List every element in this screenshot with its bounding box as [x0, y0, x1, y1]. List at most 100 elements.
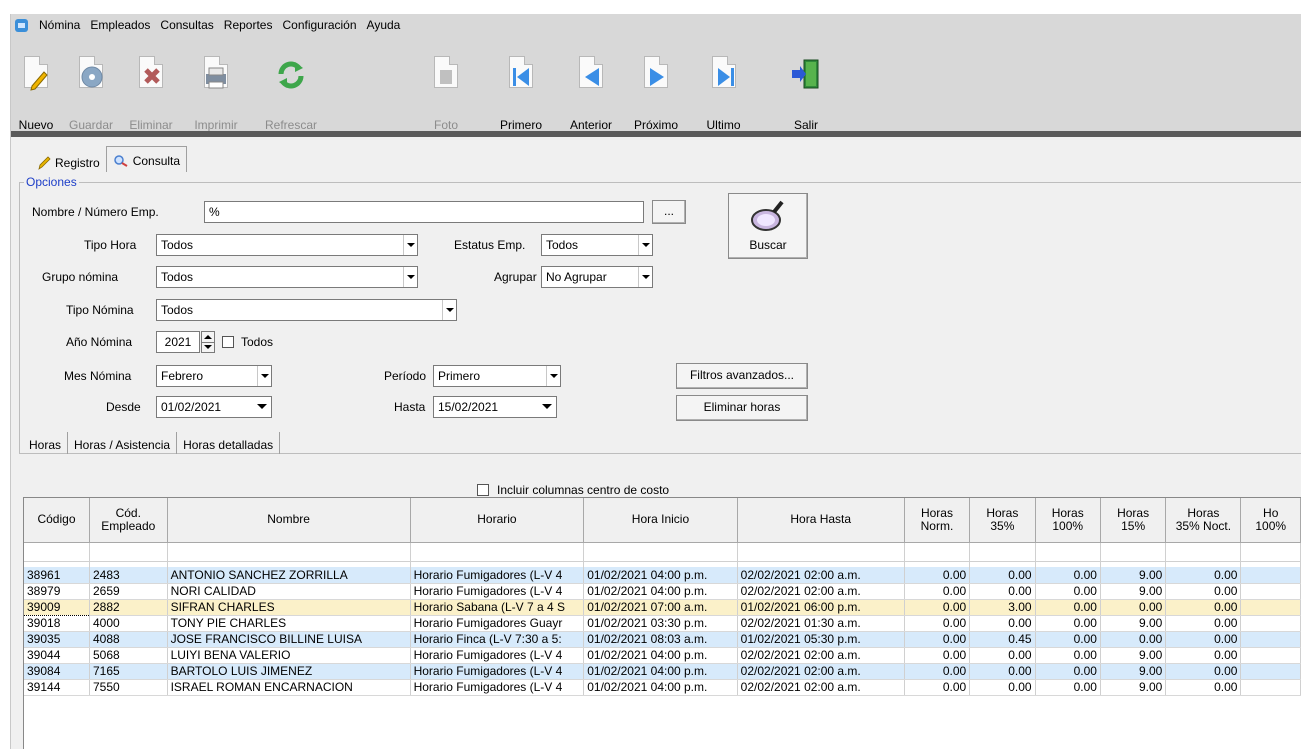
column-header[interactable]: Horas 100% — [1035, 498, 1101, 543]
hours-table: Código Cód. Empleado Nombre Horario Hora Ini… — [24, 498, 1301, 696]
hasta-label: Hasta — [394, 400, 426, 414]
tab-horas-asistencia[interactable]: Horas / Asistencia — [68, 432, 178, 454]
menu-nomina[interactable]: Nómina — [34, 18, 85, 32]
table-cell: BARTOLO LUIS JIMENEZ — [167, 663, 411, 680]
incluir-centro-costo-checkbox[interactable] — [477, 484, 489, 496]
opciones-group: Opciones Nombre / Número Emp. % ... Tipo… — [19, 175, 1301, 454]
primero-button[interactable]: Primero — [491, 46, 551, 132]
filter-cell[interactable] — [904, 542, 971, 562]
chevron-down-icon — [638, 267, 652, 287]
column-header[interactable]: Código — [24, 498, 90, 543]
table-row[interactable]: 38979 2659 NORI CALIDAD Horario Fumigadores… — [24, 583, 1301, 600]
filter-cell[interactable] — [410, 542, 585, 562]
menu-consultas[interactable]: Consultas — [155, 18, 218, 32]
menu-configuracion[interactable]: Configuración — [277, 18, 361, 32]
column-header[interactable]: Nombre — [167, 498, 411, 543]
table-cell: 01/02/2021 06:00 p.m. — [737, 599, 905, 616]
table-row[interactable]: 39084 7165 BARTOLO LUIS JIMENEZ Horario Fum… — [24, 663, 1301, 680]
table-cell: 01/02/2021 04:00 p.m. — [583, 663, 738, 680]
table-cell: 3.00 — [969, 599, 1036, 616]
table-cell: 9.00 — [1100, 679, 1167, 696]
salir-button[interactable]: Salir — [776, 46, 836, 132]
table-row[interactable]: 39035 4088 JOSE FRANCISCO BILLINE LUISA Hor… — [24, 631, 1301, 648]
anio-stepper[interactable] — [201, 331, 215, 353]
filter-cell[interactable] — [1100, 542, 1167, 562]
filter-cell[interactable] — [1035, 542, 1101, 562]
filter-cell[interactable] — [24, 542, 90, 562]
buscar-button[interactable]: Buscar — [728, 193, 808, 259]
chevron-down-icon — [638, 235, 652, 255]
table-cell: 02/02/2021 02:00 a.m. — [737, 679, 905, 696]
column-header[interactable]: Horas 35% Noct. — [1165, 498, 1242, 543]
table-row[interactable]: 39018 4000 TONY PIE CHARLES Horario Fumigad… — [24, 615, 1301, 632]
menu-empleados[interactable]: Empleados — [85, 18, 155, 32]
anterior-button[interactable]: Anterior — [561, 46, 621, 132]
filtros-avanzados-button[interactable]: Filtros avanzados... — [676, 363, 808, 389]
magnifier-icon — [751, 200, 784, 231]
tipo-hora-label: Tipo Hora — [84, 238, 137, 252]
tipo-nomina-select[interactable]: Todos — [156, 299, 457, 321]
refrescar-button[interactable]: Refrescar — [251, 46, 331, 132]
tab-registro[interactable]: Registro — [31, 150, 106, 172]
table-cell: 4088 — [89, 631, 168, 648]
table-cell: 0.00 — [1165, 631, 1242, 648]
column-header[interactable]: Cód. Empleado — [89, 498, 168, 543]
column-header[interactable]: Horas Norm. — [904, 498, 971, 543]
column-header[interactable]: Hora Hasta — [737, 498, 905, 543]
column-header[interactable]: Hora Inicio — [583, 498, 738, 543]
spin-up-icon[interactable] — [202, 332, 214, 342]
table-row[interactable]: 39144 7550 ISRAEL ROMAN ENCARNACION Horario… — [24, 679, 1301, 696]
periodo-select[interactable]: Primero — [433, 365, 561, 387]
filter-cell[interactable] — [89, 542, 168, 562]
table-row[interactable]: 39044 5068 LUIYI BENA VALERIO Horario Fumig… — [24, 647, 1301, 664]
top-tabs: Registro Consulta — [31, 146, 188, 172]
filter-cell[interactable] — [1240, 542, 1301, 562]
todos-checkbox[interactable] — [222, 336, 234, 348]
nombre-input[interactable]: % — [204, 201, 644, 223]
mes-select[interactable]: Febrero — [156, 365, 272, 387]
hasta-date-picker[interactable]: 15/02/2021 — [433, 396, 557, 418]
table-cell — [1240, 679, 1301, 696]
grupo-nomina-select[interactable]: Todos — [156, 266, 418, 288]
filter-cell[interactable] — [1165, 542, 1242, 562]
proximo-button[interactable]: Próximo — [626, 46, 686, 132]
table-cell: 2882 — [89, 599, 168, 616]
nuevo-button[interactable]: Nuevo — [11, 46, 61, 132]
table-row[interactable]: 39009 2882 SIFRAN CHARLES Horario Sabana (L… — [24, 598, 1301, 616]
menu-ayuda[interactable]: Ayuda — [362, 18, 406, 32]
filter-cell[interactable] — [583, 542, 738, 562]
agrupar-select[interactable]: No Agrupar — [541, 266, 653, 288]
column-header[interactable]: Ho 100% — [1240, 498, 1301, 543]
guardar-button[interactable]: Guardar — [61, 46, 121, 132]
foto-button[interactable]: Foto — [426, 46, 466, 132]
hours-grid[interactable]: Código Cód. Empleado Nombre Horario Hora Ini… — [23, 497, 1301, 749]
table-cell — [1240, 583, 1301, 600]
tipo-hora-select[interactable]: Todos — [156, 234, 418, 256]
eliminar-horas-button[interactable]: Eliminar horas — [676, 395, 808, 421]
toolbar: Nuevo Guardar Eliminar Imprimir Refresca… — [11, 36, 1301, 132]
column-header[interactable]: Horas 15% — [1100, 498, 1167, 543]
tab-horas[interactable]: Horas — [23, 432, 69, 454]
table-row[interactable]: 38961 2483 ANTONIO SANCHEZ ZORRILLA Horario… — [24, 567, 1301, 584]
tab-consulta[interactable]: Consulta — [105, 146, 188, 172]
menu-reportes[interactable]: Reportes — [219, 18, 278, 32]
estatus-select[interactable]: Todos — [541, 234, 653, 256]
table-cell: 0.00 — [1165, 583, 1242, 600]
imprimir-button[interactable]: Imprimir — [181, 46, 251, 132]
spin-down-icon[interactable] — [202, 342, 214, 352]
table-cell: 0.00 — [904, 647, 971, 664]
desde-date-picker[interactable]: 01/02/2021 — [156, 396, 272, 418]
filter-cell[interactable] — [167, 542, 411, 562]
column-header[interactable]: Horario — [410, 498, 585, 543]
filter-row[interactable] — [24, 542, 1301, 562]
anio-input[interactable]: 2021 — [156, 331, 200, 353]
eliminar-button[interactable]: Eliminar — [121, 46, 181, 132]
filter-cell[interactable] — [737, 542, 905, 562]
tab-horas-detalladas[interactable]: Horas detalladas — [177, 432, 281, 454]
filter-cell[interactable] — [969, 542, 1036, 562]
periodo-label: Período — [384, 369, 427, 383]
ultimo-button[interactable]: Ultimo — [696, 46, 751, 132]
table-cell: 0.00 — [1165, 679, 1242, 696]
column-header[interactable]: Horas 35% — [969, 498, 1036, 543]
browse-employee-button[interactable]: ... — [652, 200, 686, 224]
